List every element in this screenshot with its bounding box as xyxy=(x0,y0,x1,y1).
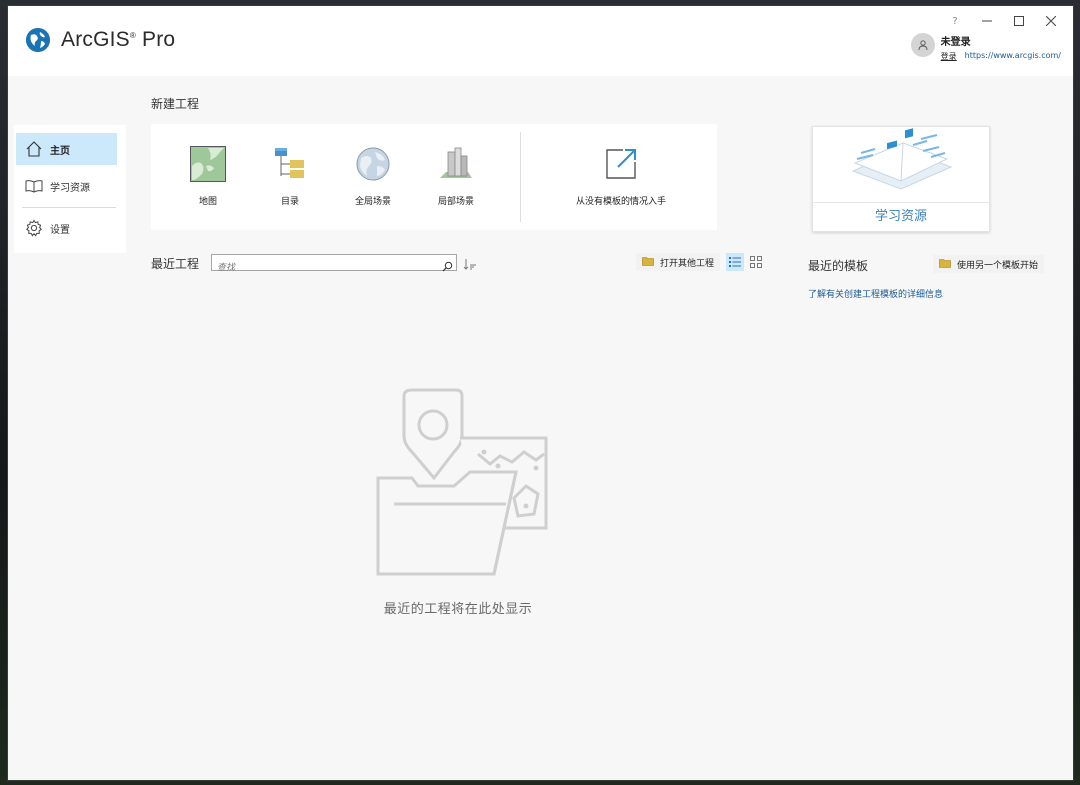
new-catalog-button[interactable]: 目录 xyxy=(255,146,325,207)
open-other-project-button[interactable]: 打开其他工程 xyxy=(636,253,721,271)
open-other-project-label: 打开其他工程 xyxy=(660,258,715,269)
learning-resources-label: 学习资源 xyxy=(874,209,927,224)
portal-url[interactable]: https://www.arcgis.com/ xyxy=(965,51,1061,62)
folder-icon xyxy=(642,256,654,269)
learning-book-illustration xyxy=(813,127,989,202)
sidebar-item-home[interactable]: 主页 xyxy=(16,133,117,165)
new-global-scene-label: 全局场景 xyxy=(354,197,391,207)
search-box xyxy=(211,254,457,276)
sidebar-item-label: 学习资源 xyxy=(50,182,90,194)
sidebar: 主页 学习资源 设置 xyxy=(14,125,126,253)
empty-recent-projects-message: 最近的工程将在此处显示 xyxy=(383,602,533,617)
recent-projects-title: 最近工程 xyxy=(151,257,200,271)
new-local-scene-label: 局部场景 xyxy=(437,197,474,207)
start-without-template-icon xyxy=(603,146,639,186)
new-map-label: 地图 xyxy=(198,197,217,207)
sidebar-item-label: 主页 xyxy=(50,145,70,157)
sidebar-item-label: 设置 xyxy=(50,224,70,236)
grid-view-icon xyxy=(750,253,762,272)
sidebar-item-learning[interactable]: 学习资源 xyxy=(16,170,117,202)
gear-icon xyxy=(24,218,44,238)
user-avatar-icon[interactable] xyxy=(910,33,935,57)
arcgis-globe-icon xyxy=(26,28,50,52)
user-account-area: 未登录 登录 https://www.arcgis.com/ xyxy=(910,33,1061,62)
list-view-button[interactable] xyxy=(726,253,744,271)
list-view-icon xyxy=(729,253,741,272)
help-button[interactable]: ? xyxy=(939,10,971,32)
use-other-template-label: 使用另一个模板开始 xyxy=(957,260,1039,271)
learn-more-templates-link[interactable]: 了解有关创建工程模板的详细信息 xyxy=(808,287,943,300)
app-title: ArcGIS® Pro xyxy=(61,28,176,51)
card-divider xyxy=(520,132,521,222)
start-without-template-label: 从没有模板的情况入手 xyxy=(575,197,666,207)
sidebar-item-settings[interactable]: 设置 xyxy=(16,212,117,244)
window-controls: ? xyxy=(939,10,1067,32)
home-icon xyxy=(24,139,44,159)
login-link[interactable]: 登录 xyxy=(941,51,957,62)
sort-icon[interactable] xyxy=(463,255,477,274)
catalog-icon xyxy=(272,146,308,186)
sidebar-divider xyxy=(22,207,116,208)
search-input[interactable] xyxy=(212,260,432,276)
map-icon xyxy=(190,146,226,186)
start-without-template-button[interactable]: 从没有模板的情况入手 xyxy=(571,146,671,207)
new-local-scene-button[interactable]: 局部场景 xyxy=(421,146,491,207)
arcgis-pro-window: ArcGIS® Pro ? 未登录 登录 https://www.arcgis.… xyxy=(7,5,1074,781)
maximize-button[interactable] xyxy=(1003,10,1035,32)
new-global-scene-button[interactable]: 全局场景 xyxy=(338,146,408,207)
minimize-button[interactable] xyxy=(971,10,1003,32)
grid-view-button[interactable] xyxy=(747,253,765,271)
close-button[interactable] xyxy=(1035,10,1067,32)
local-scene-icon xyxy=(438,146,474,186)
user-status: 未登录 xyxy=(940,37,971,48)
new-map-button[interactable]: 地图 xyxy=(173,146,243,207)
learning-resources-card[interactable]: 学习资源 xyxy=(812,126,990,232)
search-icon[interactable] xyxy=(442,257,453,276)
empty-recent-projects-illustration xyxy=(366,386,550,580)
global-scene-icon xyxy=(355,146,391,186)
new-project-title: 新建工程 xyxy=(151,97,200,111)
recent-templates-title: 最近的模板 xyxy=(808,259,869,273)
use-other-template-button[interactable]: 使用另一个模板开始 xyxy=(933,255,1045,273)
header-bar: ArcGIS® Pro ? 未登录 登录 https://www.arcgis.… xyxy=(8,6,1073,76)
book-icon xyxy=(24,176,44,196)
app-logo: ArcGIS® Pro xyxy=(26,28,175,52)
learning-card-separator xyxy=(813,202,989,203)
new-project-card: 地图 目录 全局场景 局部场景 从没有模板的情况入手 xyxy=(151,124,717,230)
new-catalog-label: 目录 xyxy=(280,197,299,207)
folder-icon xyxy=(939,258,951,271)
